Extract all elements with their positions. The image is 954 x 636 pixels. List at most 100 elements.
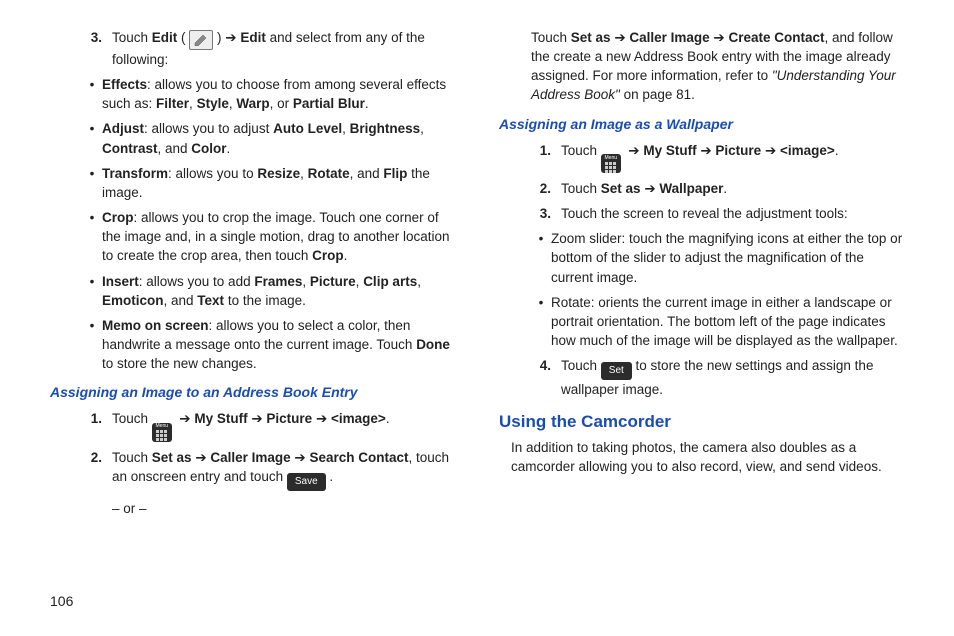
opt: Warp bbox=[236, 96, 269, 111]
menu-icon-label: Menu bbox=[156, 424, 169, 429]
opt: Caller Image bbox=[626, 30, 714, 45]
step-number: 4. bbox=[531, 356, 551, 399]
text: . bbox=[326, 469, 334, 484]
opt: My Stuff bbox=[640, 143, 701, 158]
text: Touch bbox=[561, 143, 601, 158]
text: Touch bbox=[112, 411, 152, 426]
bullet-memo: • Memo on screen: allows you to select a… bbox=[88, 316, 455, 373]
step-number: 3. bbox=[531, 204, 551, 223]
opt: Auto Level bbox=[273, 121, 342, 136]
ab-step-2-continued: Touch Set as ➔ Caller Image ➔ Create Con… bbox=[531, 28, 904, 105]
bullet-dot: • bbox=[537, 293, 545, 350]
arrow: ➔ bbox=[179, 411, 190, 426]
bullet-zoom: • Zoom slider: touch the magnifying icon… bbox=[537, 229, 904, 286]
arrow: ➔ bbox=[251, 411, 262, 426]
ab-step-1: 1. Touch Menu ➔ My Stuff ➔ Picture ➔ <im… bbox=[82, 409, 455, 442]
step-3: 3. Touch Edit ( ) ➔ Edit and select from… bbox=[82, 28, 455, 69]
opt: Emoticon bbox=[102, 293, 164, 308]
step-body: Touch Menu ➔ My Stuff ➔ Picture ➔ <image… bbox=[112, 409, 455, 442]
text: . bbox=[365, 96, 369, 111]
bullet-dot: • bbox=[88, 119, 96, 157]
opt: Create Contact bbox=[725, 30, 825, 45]
step-number: 1. bbox=[82, 409, 102, 442]
left-column: 3. Touch Edit ( ) ➔ Edit and select from… bbox=[50, 28, 455, 524]
bullet-crop: • Crop: allows you to crop the image. To… bbox=[88, 208, 455, 265]
bullet-dot: • bbox=[88, 272, 96, 310]
opt: Color bbox=[191, 141, 226, 156]
opt: Filter bbox=[156, 96, 189, 111]
text: Touch bbox=[112, 30, 152, 45]
label: Effects bbox=[102, 77, 147, 92]
arrow: ➔ bbox=[614, 30, 625, 45]
text: to store the new changes. bbox=[102, 356, 257, 371]
opt: My Stuff bbox=[191, 411, 252, 426]
arrow: ➔ bbox=[225, 30, 236, 45]
opt: Done bbox=[416, 337, 450, 352]
arrow: ➔ bbox=[628, 143, 639, 158]
step-body: Touch Set to store the new settings and … bbox=[561, 356, 904, 399]
arrow: ➔ bbox=[195, 450, 206, 465]
label: Memo on screen bbox=[102, 318, 209, 333]
opt: Clip arts bbox=[363, 274, 417, 289]
text: . bbox=[344, 248, 348, 263]
wp-step-4: 4. Touch Set to store the new settings a… bbox=[531, 356, 904, 399]
set-label: Set bbox=[609, 364, 624, 378]
opt: Flip bbox=[383, 166, 407, 181]
text: Touch bbox=[531, 30, 571, 45]
set-button-icon: Set bbox=[601, 362, 632, 380]
label: Adjust bbox=[102, 121, 144, 136]
save-label: Save bbox=[295, 475, 318, 489]
bullet-effects: • Effects: allows you to choose from amo… bbox=[88, 75, 455, 113]
text: on page 81. bbox=[620, 87, 695, 102]
opt: Picture bbox=[263, 411, 316, 426]
step-body: Touch Edit ( ) ➔ Edit and select from an… bbox=[112, 28, 455, 69]
heading-using-camcorder: Using the Camcorder bbox=[499, 410, 904, 434]
document-page: 3. Touch Edit ( ) ➔ Edit and select from… bbox=[0, 0, 954, 636]
step-number: 3. bbox=[82, 28, 102, 69]
camcorder-paragraph: In addition to taking photos, the camera… bbox=[511, 438, 904, 476]
opt: Set as bbox=[571, 30, 615, 45]
paren: ( bbox=[177, 30, 189, 45]
wp-step-1: 1. Touch Menu ➔ My Stuff ➔ Picture ➔ <im… bbox=[531, 141, 904, 174]
arrow: ➔ bbox=[316, 411, 327, 426]
ab-step-2: 2. Touch Set as ➔ Caller Image ➔ Search … bbox=[82, 448, 455, 518]
arrow: ➔ bbox=[700, 143, 711, 158]
menu-icon: Menu bbox=[152, 423, 172, 442]
bullet-insert: • Insert: allows you to add Frames, Pict… bbox=[88, 272, 455, 310]
bullet-dot: • bbox=[88, 316, 96, 373]
opt: <image> bbox=[776, 143, 835, 158]
arrow: ➔ bbox=[713, 30, 724, 45]
opt: Wallpaper bbox=[656, 181, 724, 196]
text: . bbox=[723, 181, 727, 196]
menu-icon-label: Menu bbox=[605, 156, 618, 161]
arrow: ➔ bbox=[644, 181, 655, 196]
text: , and bbox=[164, 293, 198, 308]
opt: Picture bbox=[310, 274, 356, 289]
bullet-dot: • bbox=[537, 229, 545, 286]
bullet-body: Memo on screen: allows you to select a c… bbox=[102, 316, 455, 373]
bullet-body: Adjust: allows you to adjust Auto Level,… bbox=[102, 119, 455, 157]
bullet-body: Rotate: orients the current image in eit… bbox=[551, 293, 904, 350]
opt: Resize bbox=[257, 166, 300, 181]
edit-options-list: • Effects: allows you to choose from amo… bbox=[88, 75, 455, 373]
opt: <image> bbox=[327, 411, 386, 426]
bullet-body: Insert: allows you to add Frames, Pictur… bbox=[102, 272, 455, 310]
step-body: Touch Set as ➔ Caller Image ➔ Search Con… bbox=[112, 448, 455, 518]
heading-assign-wallpaper: Assigning an Image as a Wallpaper bbox=[499, 115, 904, 135]
bullet-body: Crop: allows you to crop the image. Touc… bbox=[102, 208, 455, 265]
step-number: 2. bbox=[531, 179, 551, 198]
bullet-dot: • bbox=[88, 75, 96, 113]
right-column: Touch Set as ➔ Caller Image ➔ Create Con… bbox=[499, 28, 904, 524]
opt: Partial Blur bbox=[293, 96, 365, 111]
text: : allows you to adjust bbox=[144, 121, 273, 136]
opt: Caller Image bbox=[207, 450, 295, 465]
text: to the image. bbox=[224, 293, 306, 308]
text: : allows you to bbox=[168, 166, 257, 181]
text: Touch bbox=[561, 181, 601, 196]
menu-icon: Menu bbox=[601, 154, 621, 173]
bullet-dot: • bbox=[88, 208, 96, 265]
text: , and bbox=[350, 166, 384, 181]
edit-label: Edit bbox=[152, 30, 178, 45]
text: , and bbox=[158, 141, 192, 156]
edit-label-2: Edit bbox=[237, 30, 266, 45]
